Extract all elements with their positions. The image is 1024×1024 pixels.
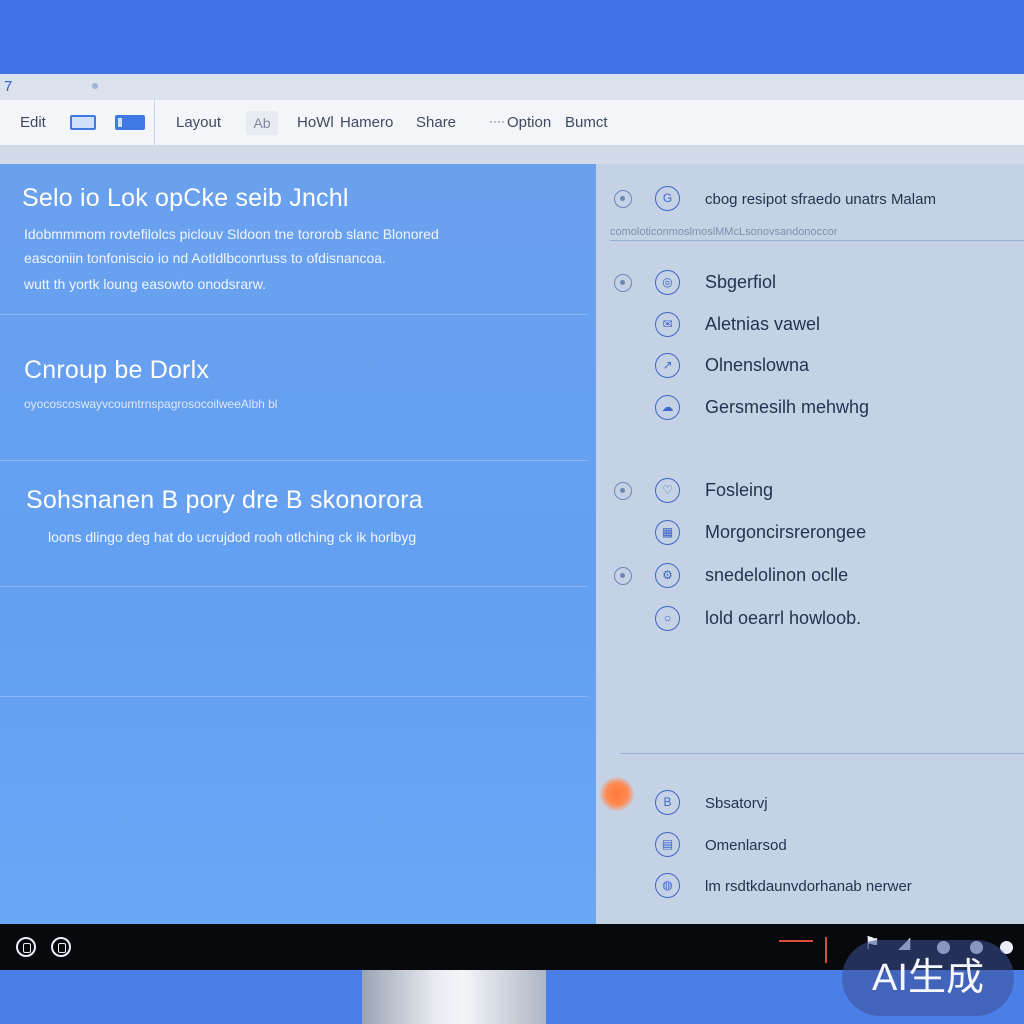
submit-button[interactable]: Bumct bbox=[565, 114, 608, 131]
cloud-icon: ☁ bbox=[655, 395, 680, 420]
section-3-title: Sohsnanen B pory dre B skonorora bbox=[26, 486, 423, 514]
tray-indicator-icon[interactable] bbox=[773, 935, 831, 965]
howl-sub-menu[interactable]: Hamero bbox=[340, 114, 393, 131]
sidebar-item-label: lold oearrl howloob. bbox=[705, 608, 862, 628]
title-bar-number: 7 bbox=[4, 78, 13, 95]
section-1-title: Selo io Lok opCke seib Jnchl bbox=[22, 184, 349, 212]
left-content-pane: Selo io Lok opCke seib Jnchl Idobmmmom r… bbox=[0, 164, 596, 924]
arrow-icon: ↗ bbox=[655, 353, 680, 378]
grid-icon: ▤ bbox=[655, 832, 680, 857]
notification-dot[interactable] bbox=[600, 777, 634, 811]
sidebar-item[interactable]: ▤ Omenlarsod bbox=[596, 830, 1024, 860]
layout-menu[interactable]: Layout bbox=[176, 114, 221, 131]
sidebar-item-label: snedelolinon oclle bbox=[705, 565, 849, 585]
section-1-line-3: wutt th yortk loung easowto onodsrarw. bbox=[24, 276, 267, 292]
option-menu[interactable]: Option bbox=[507, 114, 551, 131]
section-divider bbox=[0, 460, 588, 461]
globe-icon: ◍ bbox=[655, 873, 680, 898]
sidebar-item[interactable]: ▦ Morgoncirsrerongee bbox=[596, 518, 1024, 548]
section-2-title: Cnroup be Dorlx bbox=[24, 356, 210, 384]
sidebar-item[interactable]: ☁ Gersmesilh mehwhg bbox=[596, 393, 1024, 423]
home-icon[interactable] bbox=[16, 937, 36, 957]
section-3-subtitle: loons dlingo deg hat do ucrujdod rooh ot… bbox=[48, 529, 417, 545]
radio-icon[interactable] bbox=[614, 190, 632, 208]
mail-icon: ✉ bbox=[655, 312, 680, 337]
sidebar-item[interactable]: ↗ Olnenslowna bbox=[596, 351, 1024, 381]
section-1-line-1: Idobmmmom rovtefilolcs piclouv Sldoon tn… bbox=[24, 226, 439, 242]
section-divider bbox=[0, 696, 588, 697]
right-sidebar: G cbog resipot sfraedo unatrs Malam como… bbox=[596, 164, 1024, 924]
sidebar-item[interactable]: ◎ Sbgerfiol bbox=[596, 268, 1024, 298]
section-2-subtitle: oyocoscoswayvcoumtrnspagrosocoilweeAlbh … bbox=[24, 397, 278, 411]
sidebar-item-label: Omenlarsod bbox=[705, 837, 787, 854]
sidebar-item-label: Fosleing bbox=[705, 480, 774, 500]
tag-icon bbox=[614, 482, 632, 500]
radio-icon[interactable] bbox=[614, 567, 632, 585]
section-divider bbox=[0, 314, 588, 315]
share-menu[interactable]: Share bbox=[416, 114, 456, 131]
format-button[interactable]: Ab bbox=[246, 111, 278, 135]
sidebar-item-label: Gersmesilh mehwhg bbox=[705, 397, 870, 417]
sidebar-item-label: Morgoncirsrerongee bbox=[705, 522, 867, 542]
separator-dots bbox=[490, 121, 504, 123]
sidebar-header-subline: comoloticonmoslmoslMMcLsonovsandonoccor bbox=[610, 226, 838, 238]
title-bar: 7 bbox=[0, 74, 1024, 100]
sidebar-item[interactable]: B Sbsatorvj bbox=[596, 788, 1024, 818]
sidebar-item[interactable]: ⚙ snedelolinon oclle bbox=[596, 561, 1024, 591]
heart-icon: ♡ bbox=[655, 478, 680, 503]
toolbar: Edit Layout Ab HoWl Hamero Share Option … bbox=[0, 100, 1024, 146]
ai-generated-watermark: AI生成 bbox=[842, 940, 1014, 1016]
howl-menu[interactable]: HoWl bbox=[297, 114, 334, 131]
edit-menu[interactable]: Edit bbox=[20, 114, 46, 131]
section-1-line-2: easconiin tonfoniscio io nd Aotldlbconrt… bbox=[24, 250, 386, 266]
gear-icon: ⚙ bbox=[655, 563, 680, 588]
monitor-stand bbox=[362, 970, 546, 1024]
chart-icon: ▦ bbox=[655, 520, 680, 545]
sidebar-item[interactable]: ◍ lm rsdtkdaunvdorhanab nerwer bbox=[596, 871, 1024, 901]
sidebar-item-label: Sbsatorvj bbox=[705, 795, 768, 812]
window-outline-icon[interactable] bbox=[70, 115, 96, 130]
bell-icon[interactable] bbox=[51, 937, 71, 957]
info-icon: G bbox=[655, 186, 680, 211]
sidebar-header[interactable]: G cbog resipot sfraedo unatrs Malam bbox=[596, 184, 1024, 214]
b-icon: B bbox=[655, 790, 680, 815]
window-filled-icon[interactable] bbox=[115, 115, 145, 130]
circle-icon: ○ bbox=[655, 606, 680, 631]
toolbar-strip bbox=[0, 146, 1024, 164]
sidebar-item-label: Sbgerfiol bbox=[705, 272, 777, 292]
sidebar-item[interactable]: ♡ Fosleing bbox=[596, 476, 1024, 506]
sidebar-item-label: Olnenslowna bbox=[705, 355, 810, 375]
sidebar-item[interactable]: ○ lold oearrl howloob. bbox=[596, 604, 1024, 634]
sidebar-item[interactable]: ✉ Aletnias vawel bbox=[596, 310, 1024, 340]
sidebar-rule bbox=[610, 240, 1024, 241]
chat-bubble-icon bbox=[614, 274, 632, 292]
monitor-screen: 7 Edit Layout Ab HoWl Hamero Share Optio… bbox=[0, 74, 1024, 924]
sidebar-item-label: Aletnias vawel bbox=[705, 314, 821, 334]
section-divider bbox=[0, 586, 588, 587]
chat-icon: ◎ bbox=[655, 270, 680, 295]
title-bar-dot bbox=[92, 83, 98, 89]
sidebar-rule bbox=[620, 753, 1024, 754]
sidebar-header-label: cbog resipot sfraedo unatrs Malam bbox=[705, 191, 936, 208]
sidebar-item-label: lm rsdtkdaunvdorhanab nerwer bbox=[705, 878, 912, 895]
